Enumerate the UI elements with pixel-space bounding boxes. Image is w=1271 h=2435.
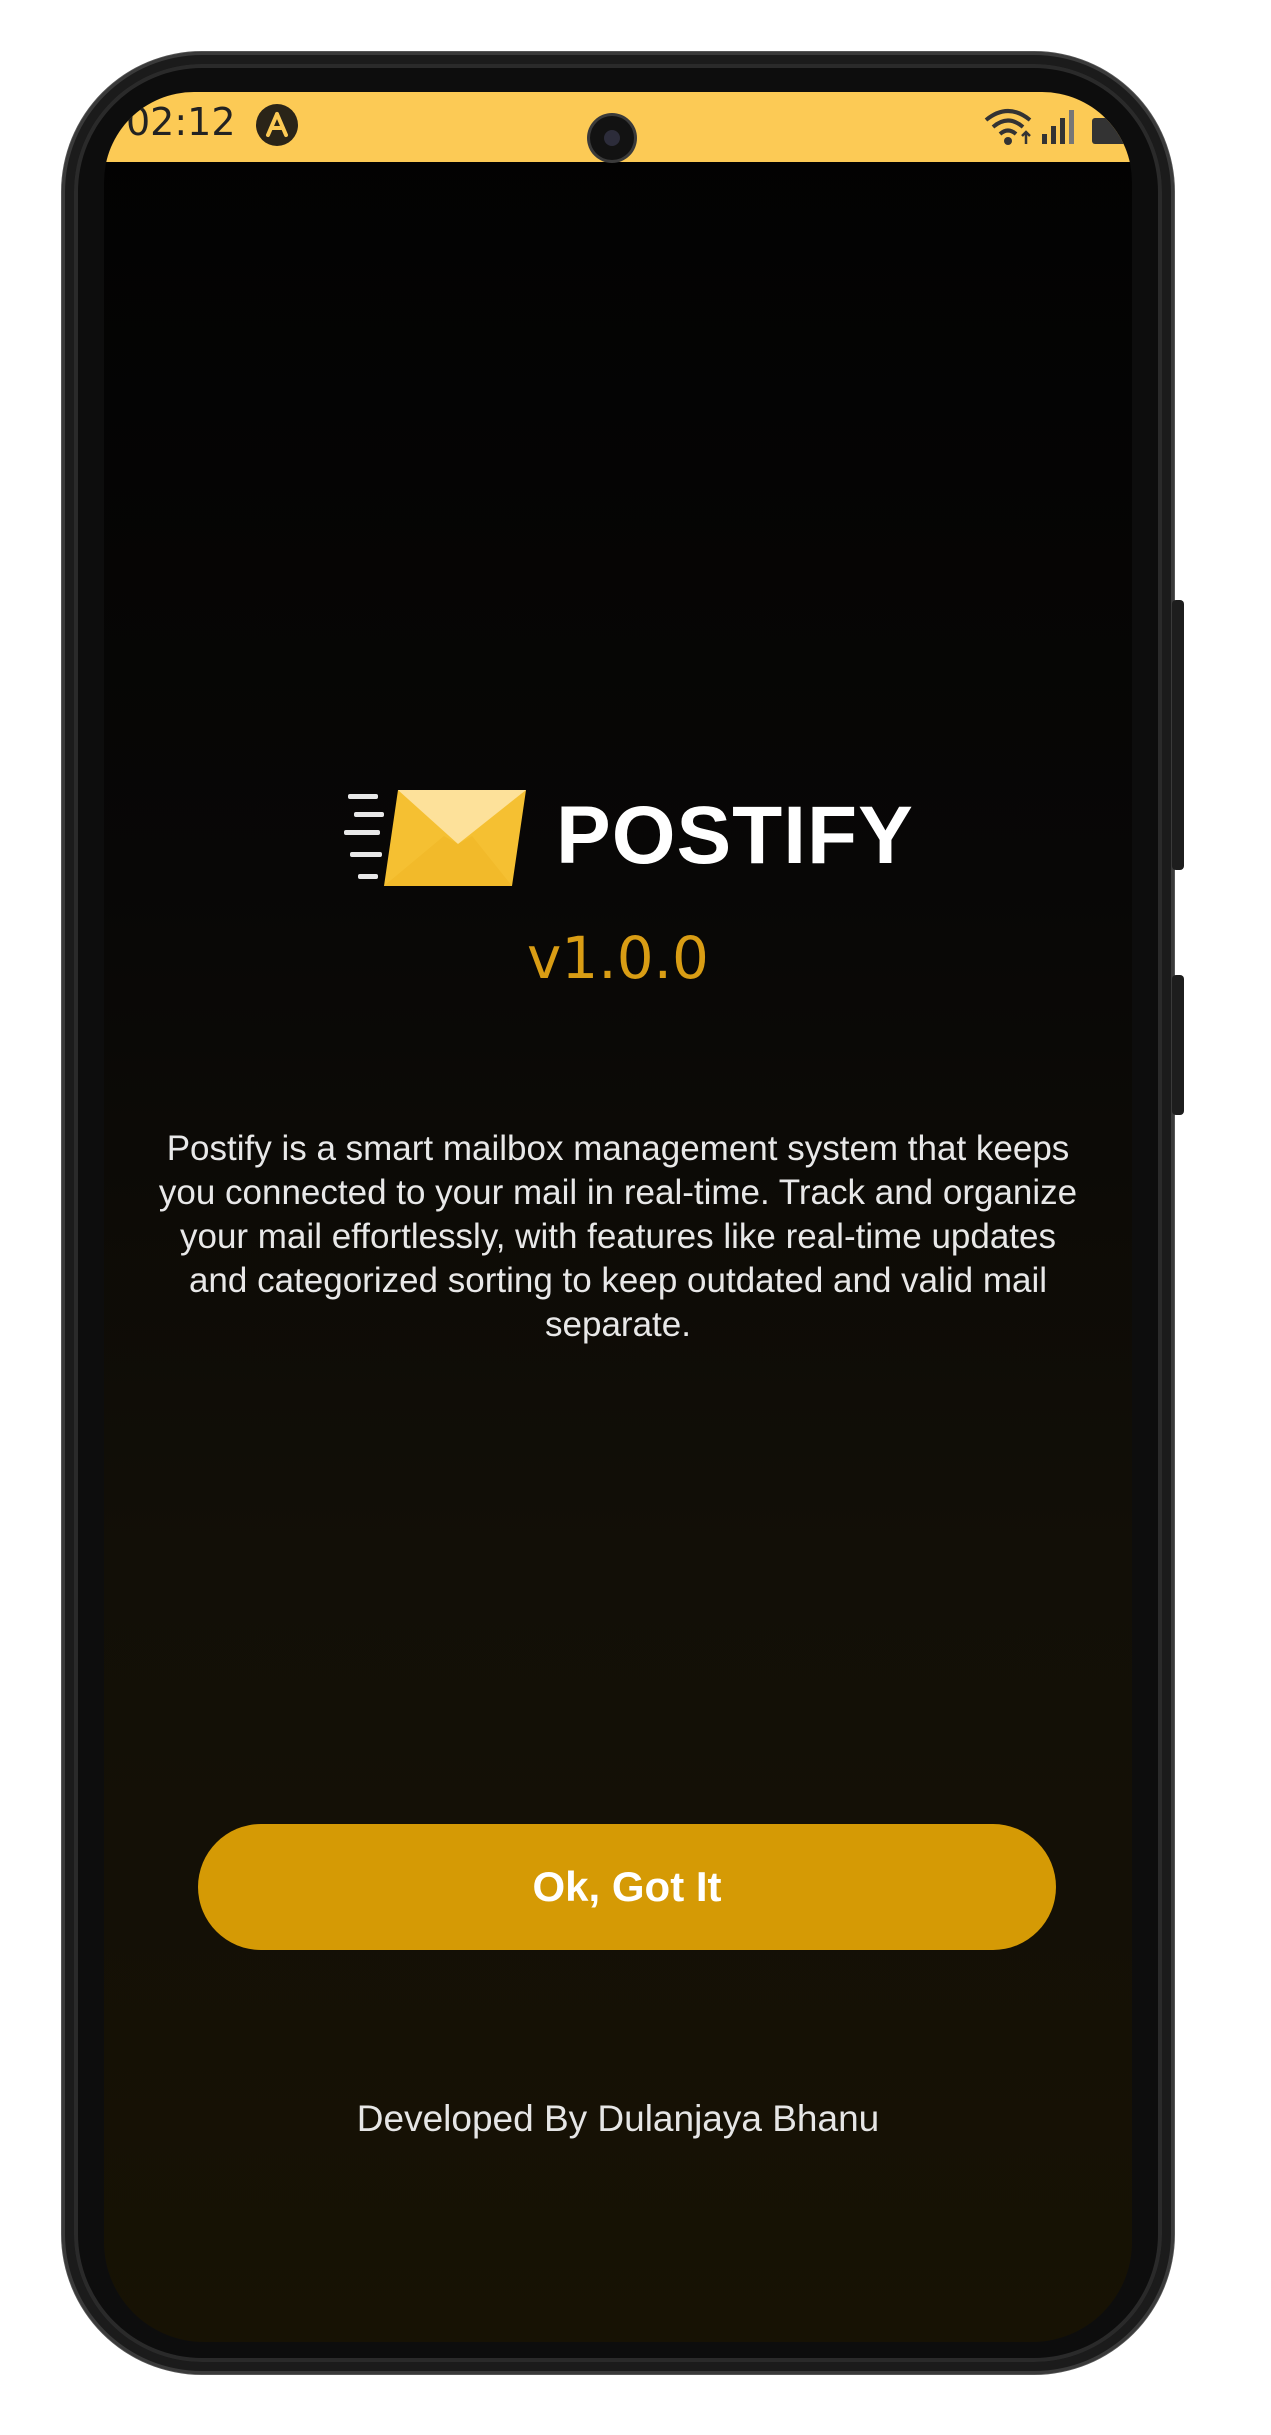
app-version: v1.0.0	[527, 924, 709, 992]
app-description: Postify is a smart mailbox management sy…	[158, 1129, 1078, 1344]
battery-icon	[1092, 118, 1126, 144]
expo-icon	[256, 104, 298, 146]
status-time: 02:12	[126, 100, 236, 144]
power-button	[1172, 600, 1184, 870]
wifi-icon	[984, 109, 1032, 145]
developer-credit: Developed By Dulanjaya Bhanu	[356, 2098, 880, 2139]
envelope-icon	[344, 790, 526, 886]
volume-button	[1172, 975, 1184, 1115]
ok-got-it-button[interactable]: Ok, Got It	[198, 1824, 1056, 1950]
device-mockup: 02:12 POSTIFY v1.0.0 Postify is a smart …	[0, 0, 1271, 2435]
app-header: POSTIFY	[104, 782, 1132, 892]
signal-icon	[1042, 110, 1074, 144]
app-name: POSTIFY	[556, 790, 914, 881]
status-icons	[982, 104, 1132, 150]
front-camera	[590, 116, 634, 160]
status-bar: 02:12	[104, 92, 1132, 162]
phone-screen: 02:12 POSTIFY v1.0.0 Postify is a smart …	[104, 92, 1132, 2342]
